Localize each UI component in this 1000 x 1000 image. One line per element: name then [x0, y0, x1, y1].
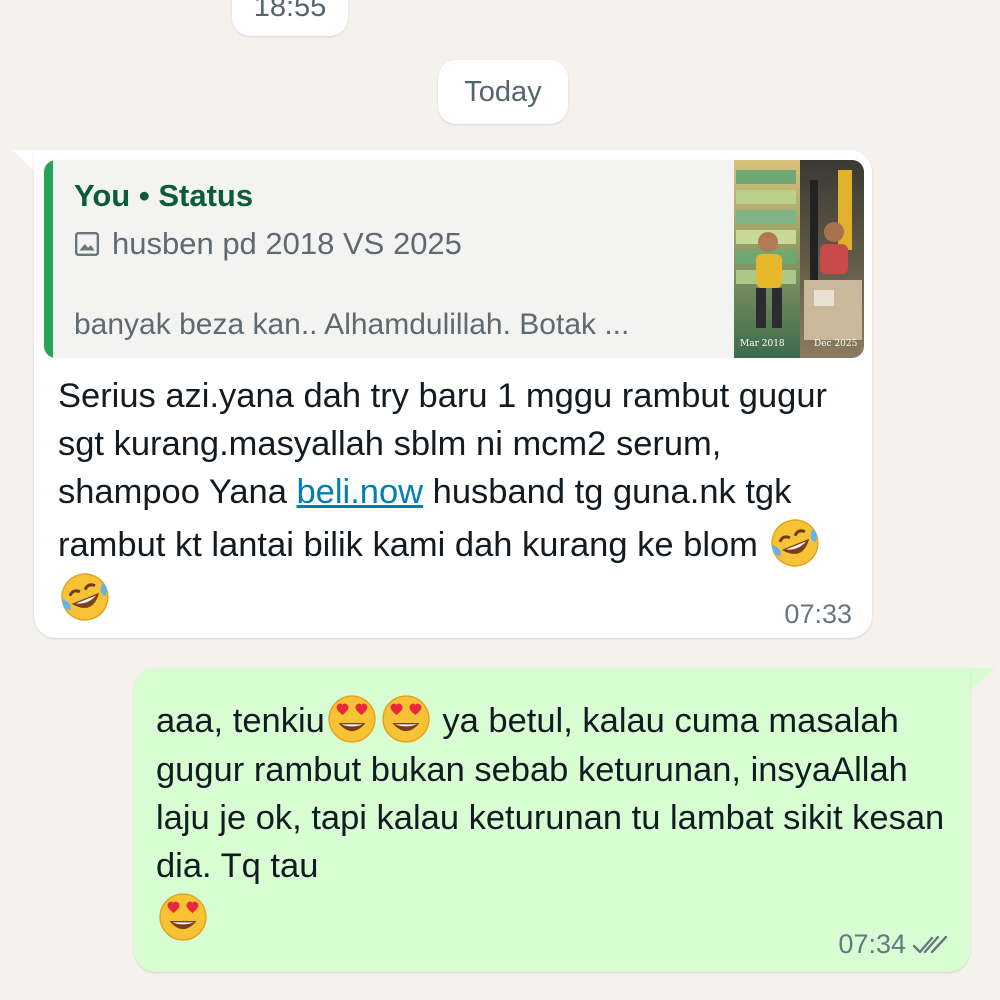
thumbnail-label-left: Mar 2018	[740, 339, 785, 349]
thumbnail-label-right: Dec 2025	[814, 339, 858, 349]
quote-caption: banyak beza kan.. Alhamdulillah. Botak .…	[74, 308, 630, 341]
photo-icon	[74, 231, 100, 257]
time-chip: 18:55	[232, 0, 348, 36]
quoted-status-reply[interactable]: You • Status husben pd 2018 VS 2025 bany…	[44, 160, 864, 358]
double-check-icon	[912, 935, 948, 953]
heart-eyes-emoji	[328, 695, 376, 743]
incoming-timestamp: 07:33	[784, 599, 852, 629]
chat-screen: 18:55 Today You • Status husben pd 2018 …	[0, 0, 1000, 1000]
rolling-laughing-emoji	[61, 573, 109, 621]
heart-eyes-emoji	[159, 893, 207, 941]
rolling-laughing-emoji	[770, 519, 819, 567]
quote-title: husben pd 2018 VS 2025	[112, 226, 462, 261]
incoming-bubble-tail	[12, 150, 36, 172]
status-thumbnail[interactable]: Mar 2018 Dec 2025	[734, 160, 864, 358]
quote-author: You • Status	[74, 178, 254, 213]
quote-media-line: husben pd 2018 VS 2025	[74, 226, 462, 262]
outgoing-bubble-tail	[970, 668, 996, 690]
outgoing-timestamp: 07:34	[838, 929, 906, 959]
outgoing-message-bubble[interactable]: aaa, tenkiu ya betul, kalau cuma masalah…	[134, 668, 970, 972]
date-chip-today: Today	[438, 60, 568, 124]
message-link[interactable]: beli.now	[297, 473, 424, 511]
status-thumbnail-image: Mar 2018 Dec 2025	[734, 160, 864, 358]
quote-accent-bar	[44, 160, 53, 358]
time-chip-label: 18:55	[253, 0, 327, 23]
outgoing-meta: 07:34	[838, 929, 950, 960]
incoming-message-bubble[interactable]: You • Status husben pd 2018 VS 2025 bany…	[34, 150, 872, 638]
outgoing-message-text: aaa, tenkiu ya betul, kalau cuma masalah…	[156, 692, 956, 944]
heart-eyes-emoji	[382, 695, 430, 743]
outgoing-text-part1: aaa, tenkiu	[156, 702, 325, 740]
date-chip-label: Today	[464, 75, 542, 108]
incoming-message-text: Serius azi.yana dah try baru 1 mggu ramb…	[58, 372, 848, 624]
